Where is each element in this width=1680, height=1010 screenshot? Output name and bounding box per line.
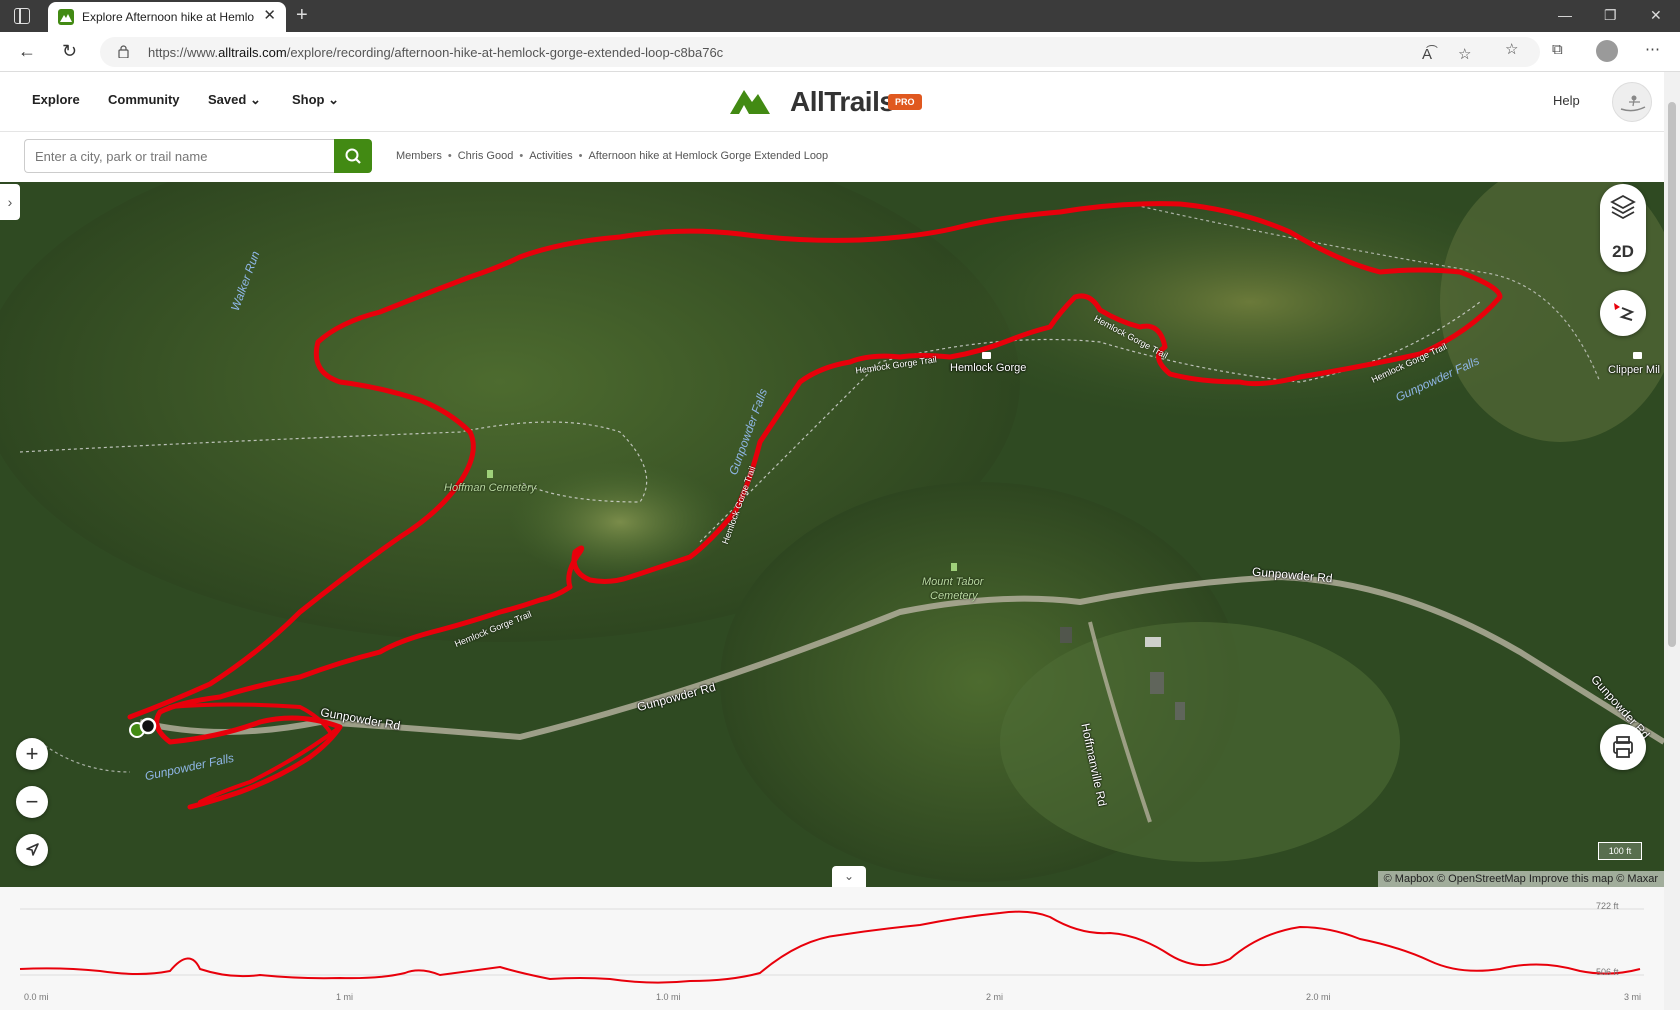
close-tab-icon[interactable]: ✕ bbox=[263, 8, 276, 24]
mountain-logo-icon bbox=[730, 90, 770, 114]
search-button[interactable] bbox=[334, 139, 372, 173]
subheader: Members•Chris Good•Activities•Afternoon … bbox=[0, 132, 1664, 182]
elevation-max-label: 722 ft bbox=[1596, 901, 1619, 911]
locate-button[interactable] bbox=[16, 834, 48, 866]
read-aloud-icon[interactable]: A͡ bbox=[1422, 46, 1432, 64]
breadcrumb-current: Afternoon hike at Hemlock Gorge Extended… bbox=[588, 150, 829, 162]
label-hemlock-gorge[interactable]: Hemlock Gorge bbox=[950, 362, 1026, 374]
zoom-out-button[interactable]: − bbox=[16, 786, 48, 818]
collapse-elevation-button[interactable]: ⌄ bbox=[832, 866, 866, 887]
elevation-chart bbox=[19, 908, 1644, 984]
minimize-icon[interactable]: — bbox=[1558, 6, 1572, 24]
chevron-down-icon: ⌄ bbox=[249, 92, 261, 107]
nav-shop[interactable]: Shop ⌄ bbox=[292, 92, 339, 108]
pro-badge: PRO bbox=[888, 94, 922, 110]
end-marker bbox=[139, 717, 157, 735]
search-icon bbox=[345, 148, 361, 164]
kayak-avatar-icon bbox=[1620, 95, 1646, 112]
compass-icon bbox=[1614, 303, 1635, 321]
label-mount-tabor-1: Mount Tabor bbox=[922, 576, 984, 588]
nav-saved[interactable]: Saved ⌄ bbox=[208, 92, 261, 108]
logo-text: AllTrails bbox=[790, 86, 895, 117]
x-tick-label: 0.0 mi bbox=[24, 992, 49, 1002]
map-view-controls: 2D bbox=[1600, 184, 1646, 272]
layers-button[interactable] bbox=[1600, 184, 1646, 228]
site-header: Explore Community Saved ⌄ Shop ⌄ AllTrai… bbox=[0, 72, 1664, 132]
user-avatar[interactable] bbox=[1612, 82, 1652, 122]
page-scrollbar[interactable] bbox=[1664, 72, 1680, 1010]
lock-icon bbox=[118, 45, 129, 58]
collections-icon[interactable]: ⧉ bbox=[1552, 41, 1563, 59]
browser-titlebar: Explore Afternoon hike at Hemlo ✕ + — ❐ … bbox=[0, 0, 1680, 32]
tab-title: Explore Afternoon hike at Hemlo bbox=[82, 10, 255, 24]
x-tick-label: 3 mi bbox=[1624, 992, 1642, 1002]
breadcrumb-user[interactable]: Chris Good bbox=[458, 150, 514, 162]
layers-icon bbox=[1610, 194, 1636, 220]
breadcrumb: Members • Chris Good • Activities • Afternoon … bbox=[396, 150, 829, 162]
add-favorite-icon[interactable]: ☆ bbox=[1458, 46, 1471, 64]
label-clipper-mill[interactable]: Clipper Mil bbox=[1608, 364, 1660, 376]
help-link[interactable]: Help bbox=[1553, 93, 1580, 108]
new-tab-icon[interactable]: + bbox=[296, 4, 308, 26]
favorites-icon[interactable]: ☆ bbox=[1505, 41, 1518, 59]
url-field[interactable]: https://www.alltrails.com/explore/record… bbox=[100, 37, 1540, 67]
scale-indicator: 100 ft bbox=[1598, 842, 1642, 860]
print-icon bbox=[1613, 736, 1633, 758]
breadcrumb-members[interactable]: Members bbox=[396, 150, 442, 162]
search-input[interactable] bbox=[24, 139, 334, 173]
tab-actions-icon[interactable] bbox=[14, 8, 30, 24]
map-attribution[interactable]: © Mapbox © OpenStreetMap Improve this ma… bbox=[1377, 871, 1664, 887]
map[interactable]: Walker Run Hoffman Cemetery Hemlock Gorg… bbox=[0, 182, 1664, 887]
elevation-line bbox=[19, 910, 1641, 984]
browser-tab[interactable]: Explore Afternoon hike at Hemlo ✕ bbox=[48, 2, 286, 32]
profile-icon[interactable] bbox=[1596, 40, 1618, 62]
reload-icon[interactable]: ↻ bbox=[62, 41, 77, 61]
alltrails-favicon-icon bbox=[58, 9, 74, 25]
x-tick-label: 2.0 mi bbox=[1306, 992, 1331, 1002]
chevron-down-icon: ⌄ bbox=[328, 92, 340, 107]
location-arrow-icon bbox=[26, 843, 39, 856]
address-bar: ← ↻ https://www.alltrails.com/explore/re… bbox=[0, 32, 1680, 72]
scrollbar-thumb[interactable] bbox=[1668, 102, 1676, 647]
back-icon[interactable]: ← bbox=[18, 41, 36, 61]
view-mode-toggle[interactable]: 2D bbox=[1600, 234, 1646, 270]
more-menu-icon[interactable]: ⋯ bbox=[1645, 41, 1660, 59]
compass-button[interactable] bbox=[1600, 290, 1646, 336]
plus-icon: + bbox=[25, 741, 39, 766]
minus-icon: − bbox=[25, 789, 39, 814]
nav-community[interactable]: Community bbox=[108, 92, 180, 107]
print-button[interactable] bbox=[1600, 724, 1646, 770]
x-tick-label: 1.0 mi bbox=[656, 992, 681, 1002]
label-hoffman-cemetery: Hoffman Cemetery bbox=[444, 482, 537, 494]
close-window-icon[interactable]: ✕ bbox=[1650, 6, 1662, 24]
url-text: https://www.alltrails.com/explore/record… bbox=[148, 45, 724, 60]
chevron-down-icon: ⌄ bbox=[843, 869, 855, 883]
nav-explore[interactable]: Explore bbox=[32, 92, 80, 107]
x-tick-label: 1 mi bbox=[336, 992, 354, 1002]
elevation-profile: 722 ft 506 ft 0.0 mi 1 mi 1.0 mi 2 mi 2.… bbox=[0, 887, 1664, 1010]
elevation-min-label: 506 ft bbox=[1596, 967, 1619, 977]
expand-sidebar-button[interactable]: › bbox=[0, 184, 20, 220]
breadcrumb-activities[interactable]: Activities bbox=[529, 150, 572, 162]
x-tick-label: 2 mi bbox=[986, 992, 1004, 1002]
restore-icon[interactable]: ❐ bbox=[1604, 6, 1617, 24]
zoom-in-button[interactable]: + bbox=[16, 738, 48, 770]
label-mount-tabor-2: Cemetery bbox=[930, 590, 978, 602]
